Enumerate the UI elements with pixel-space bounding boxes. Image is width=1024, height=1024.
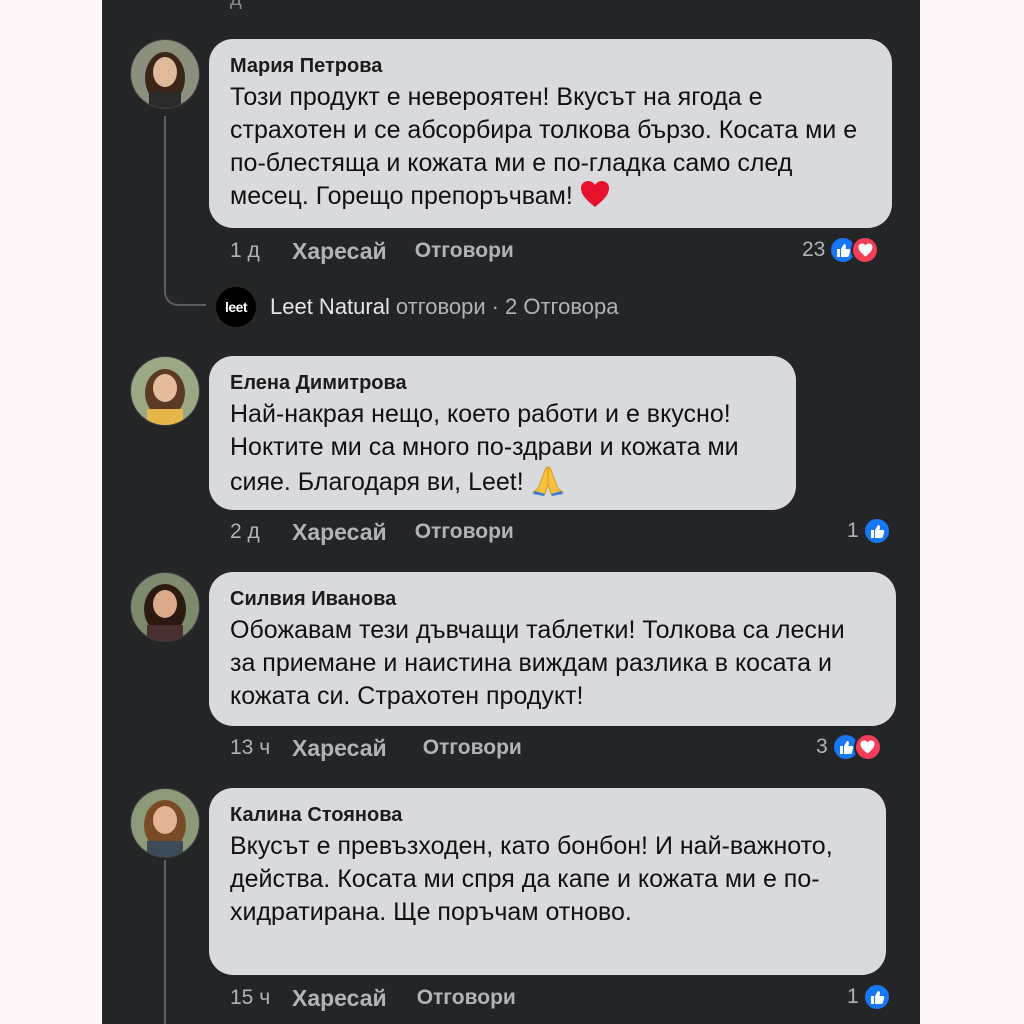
reaction-summary[interactable]: 1 bbox=[847, 516, 891, 546]
thread-line bbox=[164, 116, 166, 282]
reaction-count: 1 bbox=[847, 985, 859, 1008]
reply-button[interactable]: Отговори bbox=[417, 986, 516, 1010]
like-button[interactable]: Харесай bbox=[292, 985, 387, 1012]
like-button[interactable]: Харесай bbox=[292, 238, 387, 265]
comment-bubble: Мария Петрова Този продукт е невероятен!… bbox=[209, 39, 892, 228]
avatar[interactable] bbox=[130, 356, 200, 426]
reply-button[interactable]: Отговори bbox=[415, 239, 514, 263]
like-button[interactable]: Харесай bbox=[292, 735, 387, 762]
comment-actions: 13 ч Харесай Отговори bbox=[230, 733, 522, 763]
love-icon bbox=[853, 733, 882, 761]
comment-actions: 15 ч Харесай Отговори bbox=[230, 983, 516, 1013]
reply-separator: · bbox=[491, 294, 499, 319]
replies-summary[interactable]: leet Leet Natural отговори · 2 Отговора bbox=[216, 287, 618, 327]
comment-text-wrap: Този продукт е невероятен! Вкусът на яго… bbox=[230, 81, 870, 217]
heart-emoji-icon bbox=[580, 180, 610, 217]
comments-panel: д Мария Петрова Този продукт е неверояте… bbox=[102, 0, 920, 1024]
comment-author[interactable]: Мария Петрова bbox=[230, 53, 870, 79]
reply-count: 2 Отговора bbox=[505, 294, 619, 319]
reply-page-name: Leet Natural bbox=[270, 294, 390, 319]
reaction-summary[interactable]: 23 bbox=[802, 235, 880, 265]
pray-emoji-icon bbox=[531, 464, 565, 505]
like-icon bbox=[862, 983, 891, 1011]
reaction-count: 3 bbox=[816, 735, 828, 758]
comment-actions: 2 д Харесай Отговори bbox=[230, 517, 514, 547]
comment-text: Вкусът е превъзходен, като бонбон! И най… bbox=[230, 832, 833, 926]
reaction-summary[interactable]: 3 bbox=[816, 732, 882, 762]
comment-time[interactable]: 15 ч bbox=[230, 986, 292, 1010]
like-icon bbox=[862, 517, 891, 545]
avatar[interactable] bbox=[130, 39, 200, 109]
reply-button[interactable]: Отговори bbox=[415, 520, 514, 544]
comment-text-wrap: Най-накрая нещо, което работи и е вкусно… bbox=[230, 398, 774, 505]
comment-time[interactable]: 2 д bbox=[230, 520, 292, 544]
comment-text: Обожавам тези дъвчащи таблетки! Толкова … bbox=[230, 616, 845, 710]
comment-author[interactable]: Силвия Иванова bbox=[230, 586, 874, 612]
reaction-count: 23 bbox=[802, 238, 826, 261]
comment-author[interactable]: Елена Димитрова bbox=[230, 370, 774, 396]
comment-bubble: Елена Димитрова Най-накрая нещо, което р… bbox=[209, 356, 796, 510]
avatar[interactable] bbox=[130, 788, 200, 858]
comment-time[interactable]: 13 ч bbox=[230, 736, 292, 760]
reply-action: отговори bbox=[395, 294, 486, 319]
comment-bubble: Силвия Иванова Обожавам тези дъвчащи таб… bbox=[209, 572, 896, 726]
comment-bubble: Калина Стоянова Вкусът е превъзходен, ка… bbox=[209, 788, 886, 975]
love-icon bbox=[851, 236, 880, 264]
avatar[interactable] bbox=[130, 572, 200, 642]
like-button[interactable]: Харесай bbox=[292, 519, 387, 546]
thread-connector bbox=[164, 282, 206, 306]
previous-comment-time: д bbox=[230, 0, 242, 11]
comment-time[interactable]: 1 д bbox=[230, 239, 292, 263]
reply-button[interactable]: Отговори bbox=[423, 736, 522, 760]
reaction-count: 1 bbox=[847, 519, 859, 542]
comment-text: Най-накрая нещо, което работи и е вкусно… bbox=[230, 400, 739, 496]
comment-author[interactable]: Калина Стоянова bbox=[230, 802, 864, 828]
leet-logo: leet bbox=[216, 287, 256, 327]
comment-actions: 1 д Харесай Отговори bbox=[230, 236, 514, 266]
comment-text: Този продукт е невероятен! Вкусът на яго… bbox=[230, 83, 858, 210]
thread-line bbox=[164, 860, 166, 1024]
reaction-summary[interactable]: 1 bbox=[847, 982, 891, 1012]
